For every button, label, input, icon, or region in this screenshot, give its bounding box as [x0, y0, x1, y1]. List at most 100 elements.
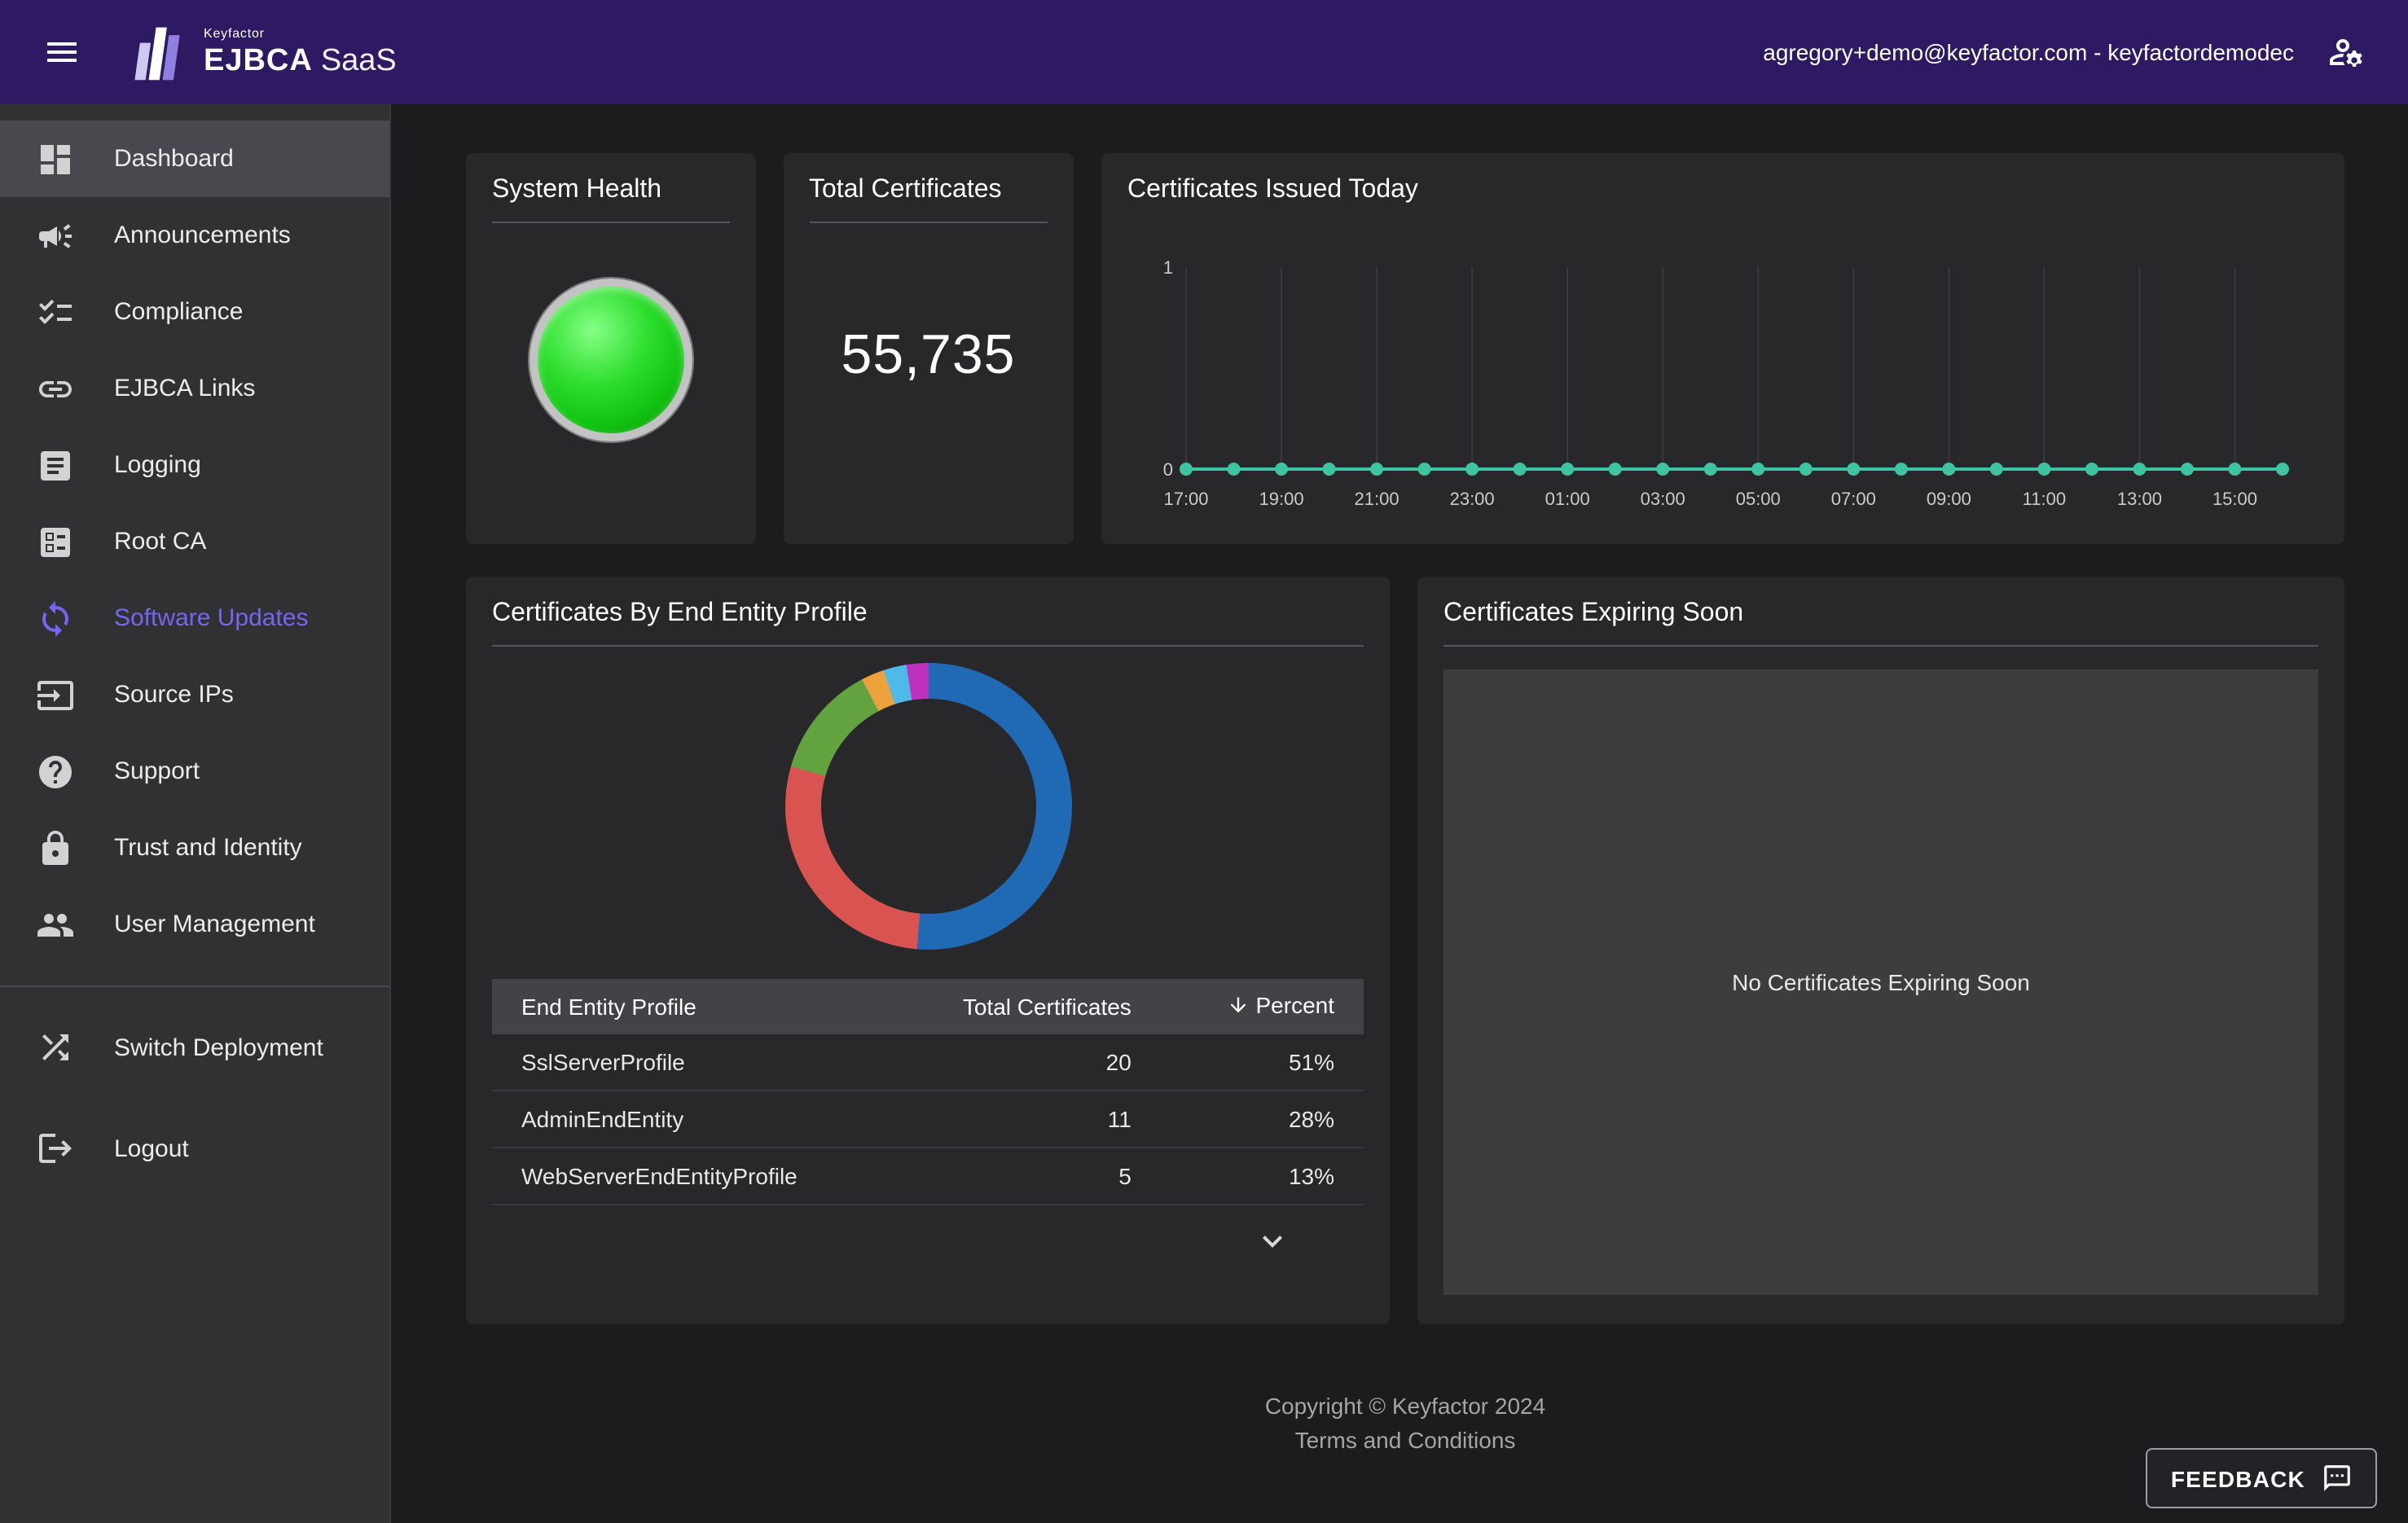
- certificates-expiring-soon-card: Certificates Expiring Soon No Certificat…: [1417, 577, 2344, 1324]
- ejbca-saas-dashboard: Keyfactor EJBCASaaS agregory+demo@keyfac…: [0, 0, 2408, 1523]
- cell-count: 20: [884, 1034, 1161, 1091]
- expiring-empty-panel: No Certificates Expiring Soon: [1443, 669, 2318, 1295]
- link-icon: [36, 369, 75, 408]
- sidebar-item-dashboard[interactable]: Dashboard: [0, 121, 389, 197]
- svg-text:1: 1: [1163, 257, 1173, 278]
- megaphone-icon: [36, 216, 75, 255]
- svg-text:15:00: 15:00: [2212, 489, 2257, 509]
- cell-percent: 51%: [1161, 1034, 1364, 1091]
- sidebar-item-label: Support: [114, 757, 200, 785]
- sidebar-item-label: Announcements: [114, 222, 291, 249]
- help-circle-icon: [36, 752, 75, 791]
- input-arrow-icon: [36, 675, 75, 714]
- issued-today-line-chart: 17:0019:0021:0023:0001:0003:0005:0007:00…: [1127, 228, 2318, 521]
- header-end-entity-profile[interactable]: End Entity Profile: [492, 979, 884, 1034]
- cell-profile: AdminEndEntity: [492, 1091, 884, 1148]
- sidebar-item-label: Software Updates: [114, 604, 308, 632]
- empty-message: No Certificates Expiring Soon: [1732, 969, 2030, 995]
- profile-table: End Entity Profile Total Certificates Pe…: [492, 979, 1364, 1205]
- copyright-text: Copyright © Keyfactor 2024: [466, 1389, 2344, 1424]
- sidebar-item-ejbca-links[interactable]: EJBCA Links: [0, 350, 389, 427]
- sidebar-item-logout[interactable]: Logout: [0, 1098, 389, 1199]
- table-row[interactable]: SslServerProfile 20 51%: [492, 1034, 1364, 1091]
- cell-percent: 13%: [1161, 1148, 1364, 1205]
- health-status-indicator: [529, 279, 692, 441]
- header-total-certificates[interactable]: Total Certificates: [884, 979, 1161, 1034]
- cell-count: 5: [884, 1148, 1161, 1205]
- svg-text:13:00: 13:00: [2117, 489, 2162, 509]
- keyfactor-logo-icon: [127, 23, 189, 81]
- cell-count: 11: [884, 1091, 1161, 1148]
- sidebar-divider: [0, 985, 389, 987]
- sidebar-item-compliance[interactable]: Compliance: [0, 274, 389, 350]
- checklist-icon: [36, 292, 75, 331]
- header-percent[interactable]: Percent: [1161, 979, 1364, 1034]
- system-health-card: System Health: [466, 153, 755, 544]
- feedback-button[interactable]: FEEDBACK: [2147, 1448, 2377, 1508]
- svg-text:0: 0: [1163, 459, 1173, 480]
- sidebar-item-switch-deployment[interactable]: Switch Deployment: [0, 997, 389, 1098]
- card-title: Certificates Expiring Soon: [1443, 599, 2318, 647]
- brand-saas: SaaS: [321, 44, 397, 78]
- card-title: System Health: [492, 176, 729, 223]
- sidebar-item-label: Compliance: [114, 298, 243, 326]
- sidebar-item-label: Logout: [114, 1135, 189, 1162]
- cell-percent: 28%: [1161, 1091, 1364, 1148]
- svg-text:17:00: 17:00: [1163, 489, 1208, 509]
- sort-desc-icon: [1227, 994, 1250, 1016]
- card-title: Certificates By End Entity Profile: [492, 599, 1364, 647]
- account-info: agregory+demo@keyfactor.com - keyfactord…: [1763, 39, 2294, 65]
- sidebar-item-label: User Management: [114, 911, 315, 938]
- svg-text:07:00: 07:00: [1831, 489, 1876, 509]
- chevron-down-icon[interactable]: [1253, 1222, 1292, 1261]
- donut-hole: [820, 699, 1035, 914]
- document-lines-icon: [36, 445, 75, 485]
- ballot-icon: [36, 522, 75, 561]
- sidebar-item-announcements[interactable]: Announcements: [0, 197, 389, 274]
- chat-icon: [2322, 1463, 2353, 1494]
- sync-icon: [36, 599, 75, 638]
- sidebar-item-source-ips[interactable]: Source IPs: [0, 656, 389, 733]
- card-title: Total Certificates: [809, 176, 1048, 223]
- brand-keyfactor: Keyfactor: [204, 28, 397, 41]
- cell-profile: SslServerProfile: [492, 1034, 884, 1091]
- sidebar-item-root-ca[interactable]: Root CA: [0, 503, 389, 580]
- page-footer: Copyright © Keyfactor 2024 Terms and Con…: [466, 1389, 2344, 1458]
- main-content: System Health Total Certificates 55,735 …: [391, 104, 2408, 1523]
- sidebar-item-user-management[interactable]: User Management: [0, 886, 389, 963]
- sidebar-item-label: Dashboard: [114, 145, 234, 173]
- sidebar: Dashboard Announcements Compliance EJBCA…: [0, 104, 391, 1523]
- shuffle-icon: [36, 1028, 75, 1067]
- sidebar-item-label: Root CA: [114, 528, 206, 555]
- table-row[interactable]: AdminEndEntity 11 28%: [492, 1091, 1364, 1148]
- dashboard-icon: [36, 139, 75, 178]
- certificates-by-profile-card: Certificates By End Entity Profile End E…: [466, 577, 1390, 1324]
- sidebar-item-software-updates[interactable]: Software Updates: [0, 580, 389, 656]
- sidebar-item-label: Trust and Identity: [114, 834, 302, 862]
- lock-icon: [36, 828, 75, 867]
- sidebar-item-label: Logging: [114, 451, 201, 479]
- svg-text:01:00: 01:00: [1545, 489, 1590, 509]
- manage-accounts-icon[interactable]: [2317, 23, 2375, 81]
- cell-profile: WebServerEndEntityProfile: [492, 1148, 884, 1205]
- certificates-issued-today-card: Certificates Issued Today 17:0019:0021:0…: [1101, 153, 2344, 544]
- svg-text:19:00: 19:00: [1259, 489, 1304, 509]
- top-bar: Keyfactor EJBCASaaS agregory+demo@keyfac…: [0, 0, 2408, 104]
- sidebar-item-label: EJBCA Links: [114, 375, 255, 402]
- profile-donut-chart: [784, 663, 1071, 950]
- svg-text:21:00: 21:00: [1355, 489, 1400, 509]
- terms-and-conditions-link[interactable]: Terms and Conditions: [466, 1424, 2344, 1458]
- sidebar-item-label: Switch Deployment: [114, 1034, 323, 1061]
- table-row[interactable]: WebServerEndEntityProfile 5 13%: [492, 1148, 1364, 1205]
- svg-text:03:00: 03:00: [1641, 489, 1685, 509]
- total-certificates-card: Total Certificates 55,735: [783, 153, 1074, 544]
- svg-text:05:00: 05:00: [1736, 489, 1781, 509]
- logout-icon: [36, 1129, 75, 1168]
- menu-icon[interactable]: [33, 23, 91, 81]
- brand-logo: Keyfactor EJBCASaaS: [127, 23, 397, 81]
- total-certificates-value: 55,735: [809, 324, 1048, 388]
- sidebar-item-logging[interactable]: Logging: [0, 427, 389, 503]
- svg-text:11:00: 11:00: [2023, 489, 2066, 509]
- sidebar-item-support[interactable]: Support: [0, 733, 389, 810]
- sidebar-item-trust-and-identity[interactable]: Trust and Identity: [0, 810, 389, 886]
